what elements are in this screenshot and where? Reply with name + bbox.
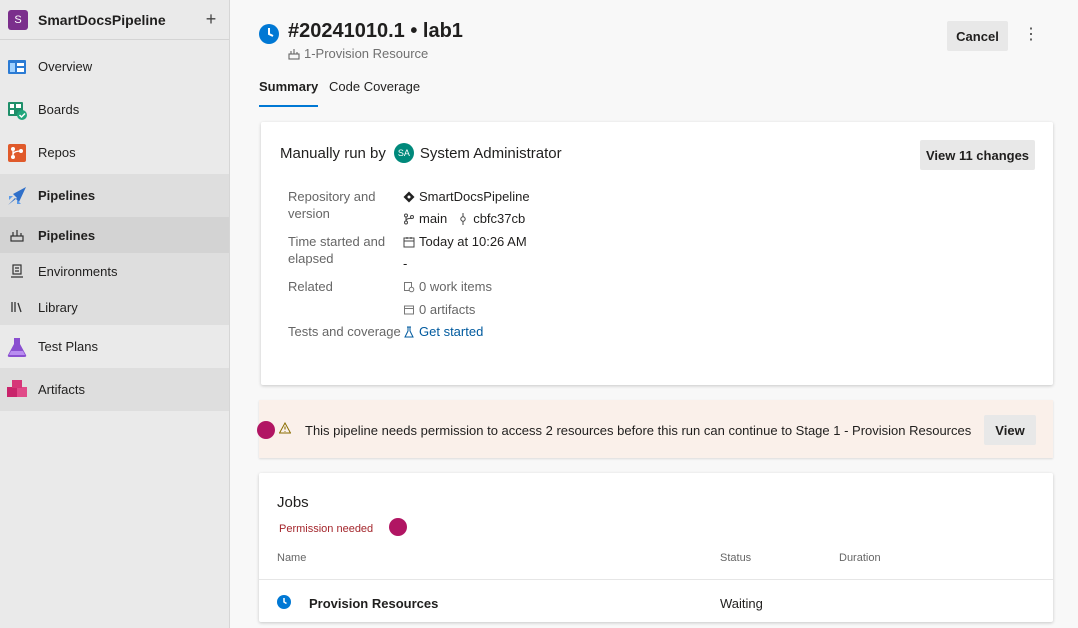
- time-label: Time started and elapsed: [288, 234, 386, 266]
- nav-pipelines-label: Pipelines: [38, 188, 96, 203]
- nav-library-label: Library: [38, 299, 78, 315]
- nav-boards[interactable]: Boards: [0, 88, 229, 131]
- alert-dot: [257, 421, 275, 439]
- repo-label: Repository and version: [288, 189, 376, 221]
- artifact-box-icon: [403, 304, 415, 316]
- user-avatar: SA: [393, 143, 414, 163]
- calendar-icon: [403, 236, 415, 248]
- project-header[interactable]: S SmartDocsPipeline +: [0, 0, 229, 40]
- project-avatar: S: [8, 9, 28, 30]
- nav-boards-label: Boards: [38, 102, 80, 117]
- repo-diamond-icon: [403, 191, 415, 203]
- pipeline-sub-icon: [10, 228, 24, 242]
- repos-icon: [6, 142, 28, 164]
- nav-repos-label: Repos: [38, 145, 76, 160]
- boards-icon: [6, 99, 28, 121]
- commit-icon: [457, 212, 469, 225]
- environments-icon: [10, 264, 24, 278]
- warning-icon: [278, 421, 292, 434]
- run-stage-label: 1-Provision Resource: [304, 46, 429, 61]
- jobs-card: Jobs Permission needed Name Status Durat…: [259, 473, 1053, 622]
- get-started-label: Get started: [419, 324, 484, 339]
- table-row[interactable]: Provision Resources Waiting: [259, 579, 1053, 622]
- job-waiting-clock-icon: [277, 595, 291, 609]
- permission-banner: This pipeline needs permission to access…: [259, 400, 1053, 458]
- column-header-status: Status: [720, 552, 752, 564]
- pipelines-group: Pipelines Pipelines Environments Library: [0, 174, 229, 325]
- job-name: Provision Resources: [309, 596, 439, 611]
- jobs-title: Jobs: [277, 494, 309, 511]
- banner-message: This pipeline needs permission to access…: [305, 423, 972, 438]
- pipelines-icon: [6, 185, 28, 207]
- nav-pipelines[interactable]: Pipelines: [0, 174, 229, 217]
- branch-commit: main cbfc37cb: [403, 210, 525, 227]
- branch-icon: [403, 213, 415, 225]
- tab-code-coverage[interactable]: Code Coverage: [329, 79, 420, 107]
- pipeline-stage-icon: [288, 48, 300, 60]
- column-header-duration: Duration: [839, 552, 881, 564]
- nav-library[interactable]: Library: [0, 289, 229, 325]
- work-items[interactable]: 0 work items: [403, 278, 492, 295]
- get-started-link[interactable]: Get started: [403, 323, 483, 340]
- run-stage: 1-Provision Resource: [288, 46, 428, 61]
- beaker-icon: [403, 326, 415, 338]
- nav-pipelines-sub-label: Pipelines: [38, 227, 96, 243]
- nav-artifacts[interactable]: Artifacts: [0, 368, 229, 411]
- sidebar: S SmartDocsPipeline + Overview Boards Re…: [0, 0, 230, 628]
- nav-environments-label: Environments: [38, 263, 118, 279]
- run-by: Manually run by SA System Administrator: [280, 143, 562, 163]
- artifacts-icon: [6, 379, 28, 401]
- nav-test-plans-label: Test Plans: [38, 339, 98, 354]
- repo-value[interactable]: SmartDocsPipeline: [403, 188, 530, 205]
- work-item-icon: [403, 281, 415, 293]
- permission-needed-text: Permission needed: [279, 523, 374, 535]
- column-header-name: Name: [277, 552, 307, 564]
- run-status-clock-icon: [259, 24, 279, 44]
- library-icon: [10, 300, 24, 314]
- permission-alert-dot: [389, 518, 407, 536]
- project-name[interactable]: SmartDocsPipeline: [38, 12, 201, 28]
- branch-name[interactable]: main: [419, 210, 447, 227]
- view-changes-button[interactable]: View 11 changes: [920, 140, 1035, 170]
- nav-artifacts-label: Artifacts: [38, 382, 85, 397]
- nav-overview[interactable]: Overview: [0, 45, 229, 88]
- run-by-label: Manually run by: [280, 144, 386, 162]
- nav-test-plans[interactable]: Test Plans: [0, 325, 229, 368]
- repo-name: SmartDocsPipeline: [419, 189, 530, 204]
- user-name[interactable]: System Administrator: [420, 145, 562, 162]
- tab-summary[interactable]: Summary: [259, 79, 319, 107]
- work-items-value: 0 work items: [419, 279, 492, 294]
- add-icon[interactable]: +: [201, 9, 221, 30]
- nav-repos[interactable]: Repos: [0, 131, 229, 174]
- nav-overview-label: Overview: [38, 59, 93, 74]
- test-plans-icon: [6, 336, 28, 358]
- related-label: Related: [288, 279, 333, 294]
- commit-id[interactable]: cbfc37cb: [473, 210, 525, 227]
- nav-pipelines-sub[interactable]: Pipelines: [0, 217, 229, 253]
- summary-card: Manually run by SA System Administrator …: [261, 122, 1053, 385]
- elapsed-value: -: [403, 256, 408, 271]
- nav-environments[interactable]: Environments: [0, 253, 229, 289]
- artifacts-value: 0 artifacts: [419, 302, 476, 317]
- view-permissions-button[interactable]: View: [984, 415, 1036, 445]
- artifacts-related[interactable]: 0 artifacts: [403, 301, 475, 318]
- run-title: #20241010.1 • lab1: [288, 20, 463, 42]
- tests-label: Tests and coverage: [288, 324, 401, 339]
- time-started-value: Today at 10:26 AM: [419, 234, 527, 249]
- time-started: Today at 10:26 AM: [403, 233, 527, 250]
- job-status: Waiting: [720, 596, 763, 611]
- cancel-button[interactable]: Cancel: [947, 21, 1008, 51]
- main-content: #20241010.1 • lab1 1-Provision Resource …: [231, 0, 1078, 628]
- more-options-icon[interactable]: ⋮: [1021, 24, 1041, 48]
- overview-icon: [6, 56, 28, 78]
- elapsed: -: [403, 255, 407, 272]
